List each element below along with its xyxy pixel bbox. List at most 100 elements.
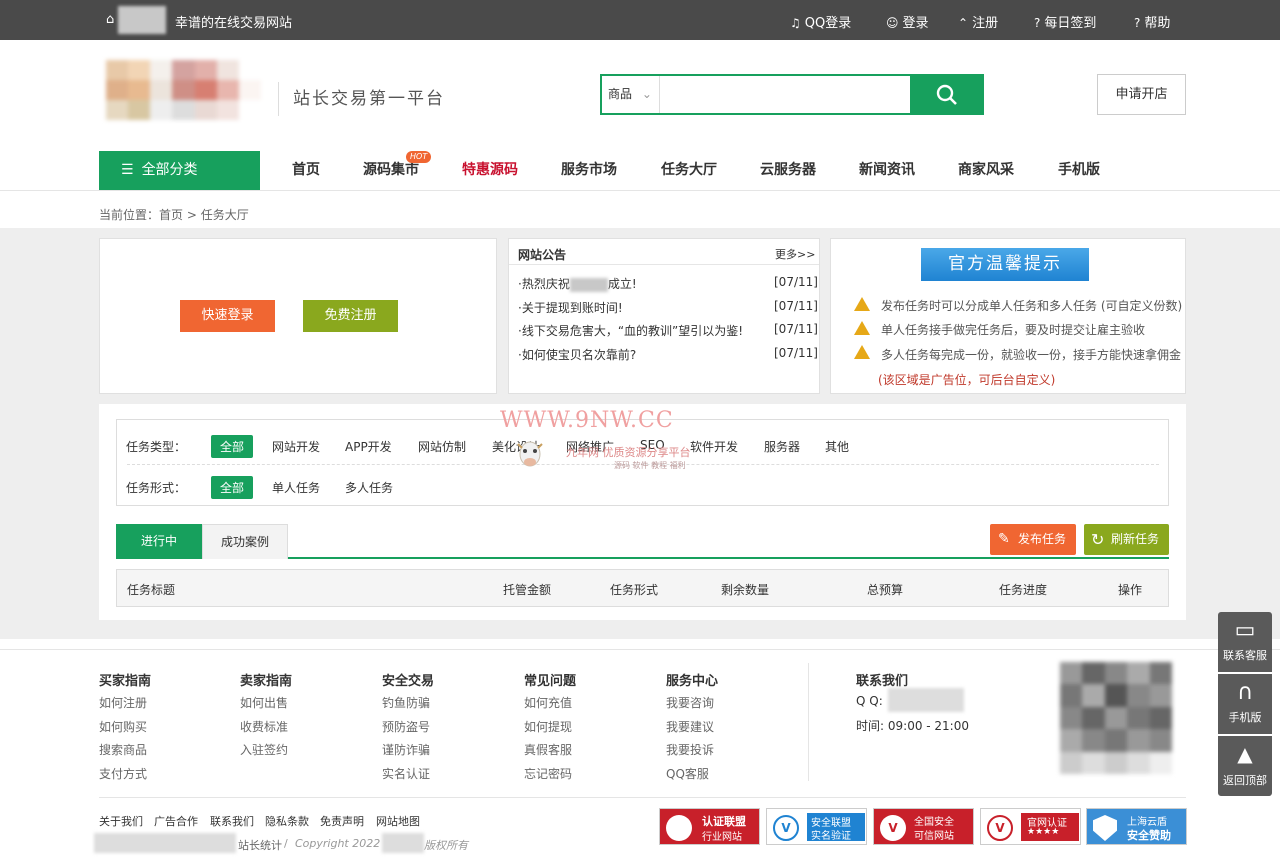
trust-badge[interactable]: V 全国安全 可信网站 bbox=[873, 808, 974, 845]
footer-heading: 常见问题 bbox=[524, 674, 577, 689]
trust-badge[interactable]: V 安全联盟 实名验证 bbox=[766, 808, 867, 845]
site-logo[interactable] bbox=[106, 60, 261, 120]
nav-discount-source[interactable]: 特惠源码 bbox=[462, 151, 518, 190]
stats-link[interactable]: 站长统计 bbox=[238, 837, 282, 853]
column-header: 操作 bbox=[1118, 583, 1143, 597]
footer-link[interactable]: 谨防诈骗 bbox=[382, 741, 430, 758]
nav-merchants[interactable]: 商家风采 bbox=[958, 151, 1014, 190]
footer-link[interactable]: 收费标准 bbox=[240, 718, 288, 735]
footer-link[interactable]: 钓鱼防骗 bbox=[382, 694, 430, 711]
filter-type-option[interactable]: 服务器 bbox=[764, 438, 800, 455]
search-box: 商品 ⌄ bbox=[600, 74, 984, 115]
footer-link[interactable]: 实名认证 bbox=[382, 765, 430, 782]
search-input[interactable] bbox=[662, 76, 908, 113]
footer-link[interactable]: 如何出售 bbox=[240, 694, 288, 711]
footer-link[interactable]: 预防盗号 bbox=[382, 718, 430, 735]
footer-bottom-link[interactable]: 免责声明 bbox=[320, 813, 364, 829]
footer-link[interactable]: 如何购买 bbox=[99, 718, 147, 735]
footer-link[interactable]: 我要投诉 bbox=[666, 741, 714, 758]
trust-badge[interactable]: 上海云盾 安全赞助 bbox=[1086, 808, 1187, 845]
footer-bottom-link[interactable]: 关于我们 bbox=[99, 813, 143, 829]
footer-link[interactable]: 搜索商品 bbox=[99, 741, 147, 758]
refresh-task-button[interactable]: ↻ 刷新任务 bbox=[1084, 524, 1169, 555]
help-label: 帮助 bbox=[1144, 16, 1171, 31]
sidebar-mobile[interactable]: ∩ 手机版 bbox=[1218, 674, 1272, 734]
notice-item[interactable]: ·热烈庆祝 成立! bbox=[518, 275, 637, 292]
notice-date: [07/11] bbox=[774, 299, 818, 313]
search-category-select[interactable]: 商品 ⌄ bbox=[602, 76, 660, 113]
footer-link[interactable]: 真假客服 bbox=[524, 741, 572, 758]
footer-link[interactable]: 我要咨询 bbox=[666, 694, 714, 711]
filter-form-all[interactable]: 全部 bbox=[211, 476, 254, 499]
nav-service-market[interactable]: 服务市场 bbox=[561, 151, 617, 190]
filter-type-option[interactable]: APP开发 bbox=[345, 438, 392, 455]
free-register-button[interactable]: 免费注册 bbox=[303, 300, 398, 332]
rocket-icon: ▲ bbox=[1237, 742, 1253, 766]
menu-icon: ☰ bbox=[121, 162, 134, 178]
footer-bottom-link[interactable]: 联系我们 bbox=[210, 813, 254, 829]
nav-task-hall[interactable]: 任务大厅 bbox=[661, 151, 717, 190]
badge-line2: 行业网站 bbox=[702, 832, 742, 843]
question-circle-icon: ? bbox=[1134, 16, 1141, 30]
blurred-company bbox=[382, 833, 424, 853]
breadcrumb-home[interactable]: 首页 bbox=[159, 208, 183, 222]
user-icon: ☺ bbox=[886, 16, 899, 30]
login-panel bbox=[99, 238, 497, 394]
filter-type-all[interactable]: 全部 bbox=[211, 435, 254, 458]
footer-bottom-link[interactable]: 隐私条款 bbox=[265, 813, 309, 829]
apply-store-button[interactable]: 申请开店 bbox=[1097, 74, 1186, 115]
tab-in-progress[interactable]: 进行中 bbox=[116, 524, 202, 559]
nav-home[interactable]: 首页 bbox=[292, 151, 320, 190]
sidebar-label: 手机版 bbox=[1228, 711, 1262, 724]
shield-v-icon: V bbox=[773, 815, 799, 841]
column-header: 剩余数量 bbox=[721, 583, 770, 597]
hot-badge: HOT bbox=[406, 151, 432, 163]
publish-task-button[interactable]: ✎ 发布任务 bbox=[990, 524, 1076, 555]
sidebar-contact-service[interactable]: ▭ 联系客服 bbox=[1218, 612, 1272, 672]
filter-type-option[interactable]: 网站仿制 bbox=[418, 438, 466, 455]
register-link[interactable]: ⌃ 注册 bbox=[958, 12, 998, 31]
footer-bottom-link[interactable]: 广告合作 bbox=[154, 813, 198, 829]
notice-item[interactable]: ·如何使宝贝名次靠前? bbox=[518, 346, 636, 363]
filter-form-option[interactable]: 多人任务 bbox=[345, 479, 393, 496]
footer-link[interactable]: 入驻签约 bbox=[240, 741, 288, 758]
help-link[interactable]: ? 帮助 bbox=[1134, 12, 1170, 31]
footer-link[interactable]: 如何提现 bbox=[524, 718, 572, 735]
trust-badge[interactable]: V 官网认证 ★★★★ bbox=[980, 808, 1081, 845]
notice-more-link[interactable]: 更多>> bbox=[775, 246, 815, 262]
filter-type-option[interactable]: 其他 bbox=[825, 438, 849, 455]
qq-login-label: QQ登录 bbox=[804, 16, 852, 31]
blurred-site-name bbox=[118, 6, 166, 34]
footer-link[interactable]: 我要建议 bbox=[666, 718, 714, 735]
login-link[interactable]: ☺ 登录 bbox=[886, 12, 929, 31]
footer-link[interactable]: 忘记密码 bbox=[524, 765, 572, 782]
filter-form-option[interactable]: 单人任务 bbox=[272, 479, 320, 496]
filter-type-option[interactable]: 网站开发 bbox=[272, 438, 320, 455]
trust-badge[interactable]: 认证联盟 行业网站 bbox=[659, 808, 760, 845]
tip-ad-note: (该区域是广告位，可后台自定义) bbox=[878, 373, 1056, 387]
filter-type-option[interactable]: 软件开发 bbox=[690, 438, 738, 455]
copyright-separator: / bbox=[284, 837, 288, 850]
home-icon[interactable]: ⌂ bbox=[106, 12, 114, 27]
sidebar-back-to-top[interactable]: ▲ 返回顶部 bbox=[1218, 736, 1272, 796]
quick-login-button[interactable]: 快速登录 bbox=[180, 300, 275, 332]
footer-link[interactable]: 支付方式 bbox=[99, 765, 147, 782]
nav-news[interactable]: 新闻资讯 bbox=[859, 151, 915, 190]
all-categories-button[interactable]: ☰ 全部分类 bbox=[99, 151, 260, 190]
daily-checkin-link[interactable]: ? 每日签到 bbox=[1034, 12, 1096, 31]
tip-item: 多人任务每完成一份，就验收一份，接手方能快速拿佣金 bbox=[881, 348, 1182, 362]
nav-mobile[interactable]: 手机版 bbox=[1058, 151, 1100, 190]
footer-link[interactable]: 如何注册 bbox=[99, 694, 147, 711]
nav-cloud-server[interactable]: 云服务器 bbox=[760, 151, 816, 190]
search-button[interactable] bbox=[910, 74, 984, 115]
footer-link[interactable]: 如何充值 bbox=[524, 694, 572, 711]
footer-link[interactable]: QQ客服 bbox=[666, 765, 709, 782]
notice-item[interactable]: ·关于提现到账时间! bbox=[518, 299, 623, 316]
edit-icon: ✎ bbox=[998, 531, 1010, 547]
question-circle-icon: ? bbox=[1034, 16, 1041, 30]
qq-login-link[interactable]: ♫ QQ登录 bbox=[790, 12, 851, 31]
notice-item[interactable]: ·线下交易危害大，“血的教训”望引以为鉴! bbox=[518, 322, 743, 339]
tab-success-cases[interactable]: 成功案例 bbox=[202, 524, 288, 559]
footer-bottom-link[interactable]: 网站地图 bbox=[376, 813, 420, 829]
contact-qq-label: Q Q: bbox=[856, 694, 883, 708]
